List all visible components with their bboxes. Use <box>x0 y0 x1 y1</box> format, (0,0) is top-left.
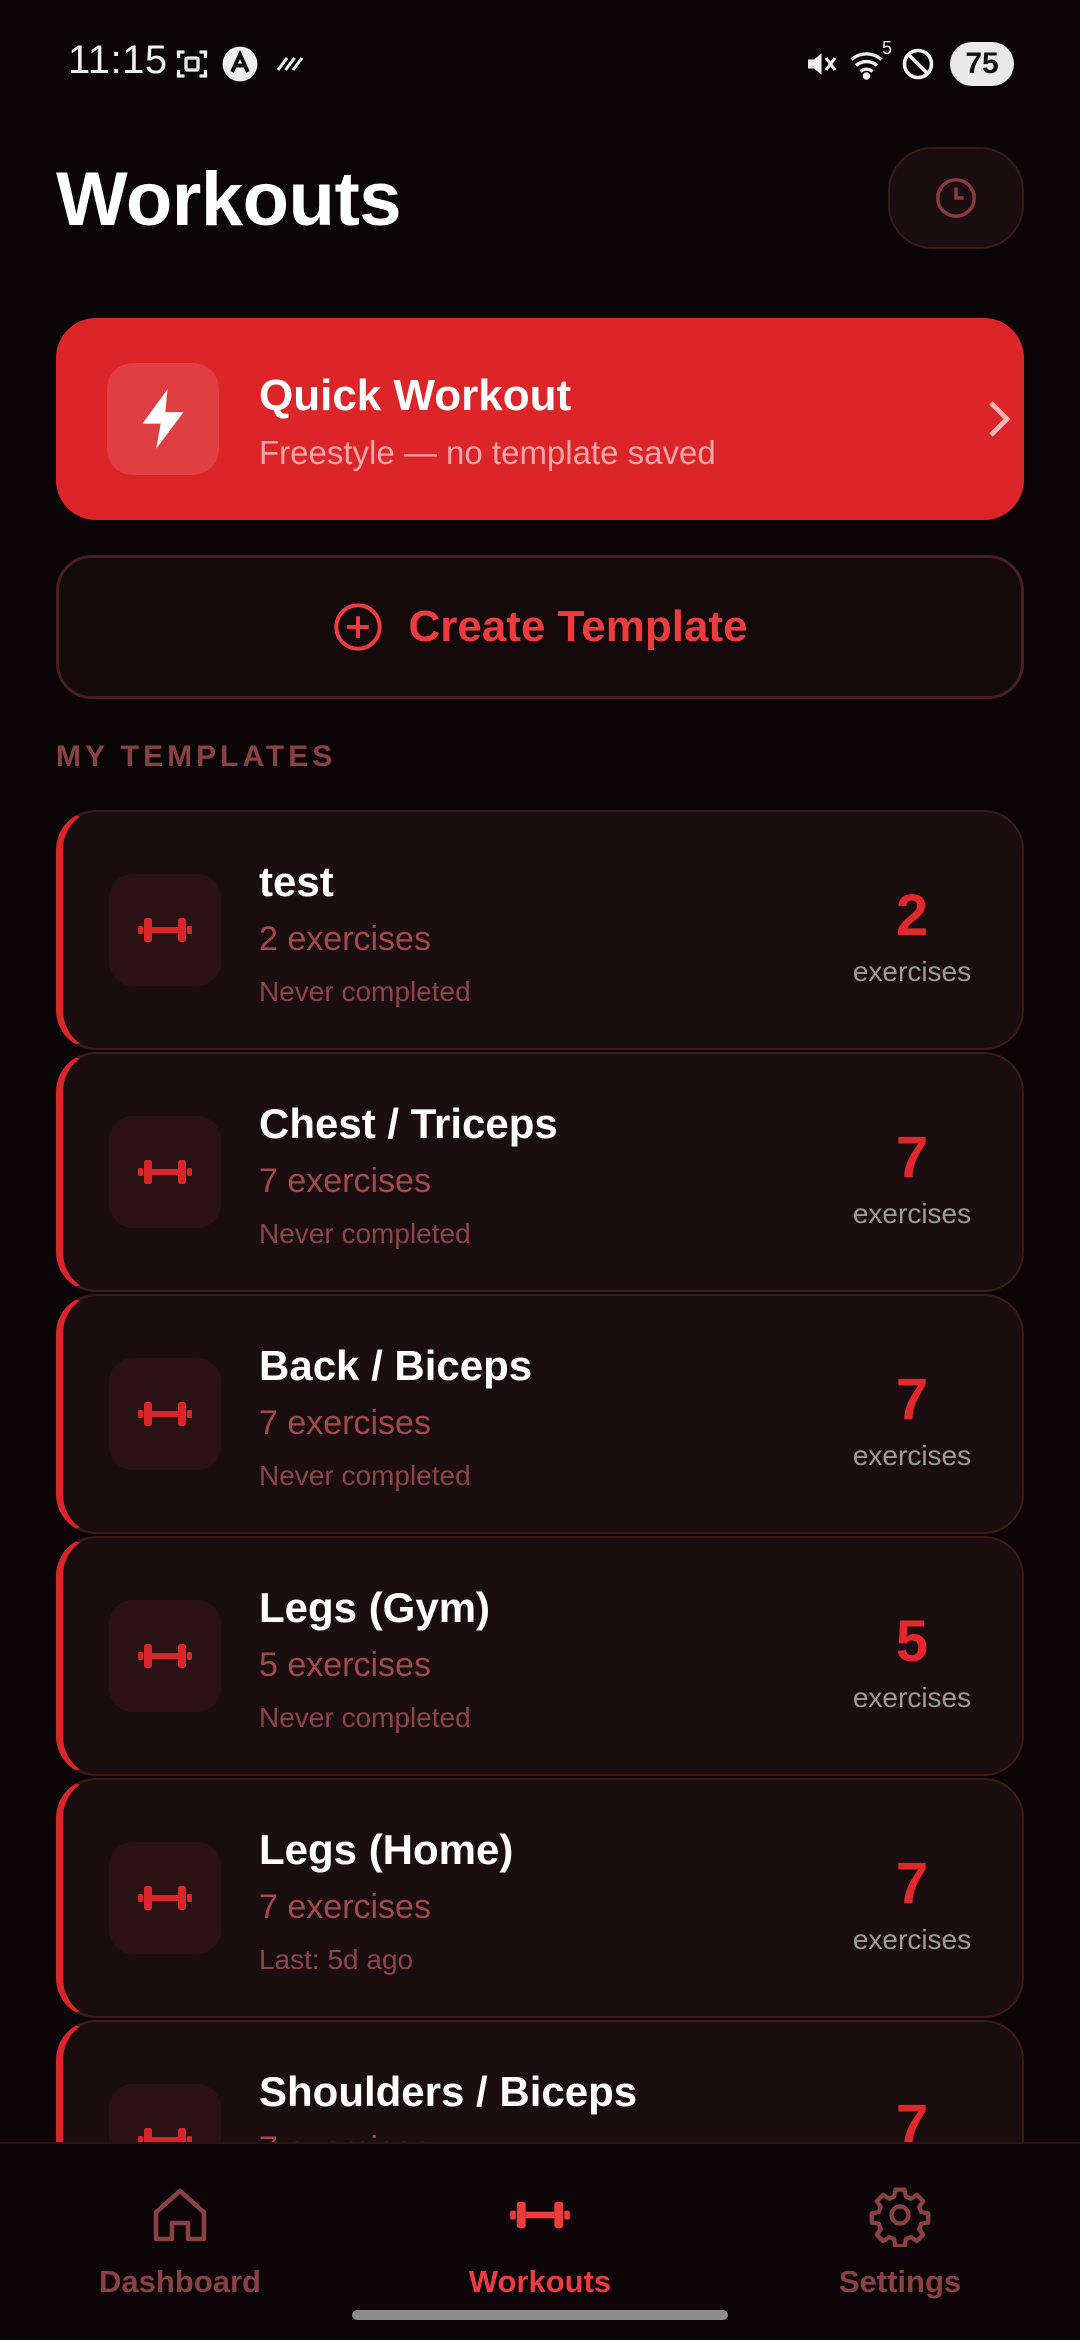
template-card[interactable]: Shoulders / Biceps 7 exercises 7 <box>56 2020 1024 2142</box>
nav-settings[interactable]: Settings <box>790 2180 1010 2310</box>
template-name: Legs (Home) <box>259 1826 514 1873</box>
template-name: test <box>259 858 334 905</box>
create-template-label: Create Template <box>408 602 748 651</box>
clock-icon <box>936 178 976 218</box>
template-status: Last: 5d ago <box>259 1944 414 1975</box>
nav-dashboard[interactable]: Dashboard <box>70 2180 290 2310</box>
template-name: Shoulders / Biceps <box>259 2068 638 2115</box>
template-status: Never completed <box>259 976 471 1007</box>
template-name: Back / Biceps <box>259 1342 533 1389</box>
template-exercise-count: 7 exercises <box>259 1404 431 1442</box>
workouts-screen: 11:15 5 75 Workouts Quick Workout Freest… <box>0 0 1080 2340</box>
template-count-badge: 5 <box>895 1609 929 1674</box>
template-count-unit: exercises <box>852 1198 972 1229</box>
template-count-badge: 7 <box>895 1367 929 1432</box>
template-card[interactable]: test 2 exercises Never completed 2 exerc… <box>56 810 1024 1050</box>
quick-workout-subtitle: Freestyle — no template saved <box>259 434 716 471</box>
quick-workout-card[interactable]: Quick Workout Freestyle — no template sa… <box>56 318 1024 520</box>
template-list: test 2 exercises Never completed 2 exerc… <box>56 810 1024 2142</box>
nav-dashboard-label: Dashboard <box>99 2264 261 2299</box>
chevron-right-icon <box>976 396 1022 442</box>
history-button[interactable] <box>888 147 1024 249</box>
template-exercise-count: 7 exercises <box>259 1888 431 1926</box>
plus-circle-icon <box>334 603 383 651</box>
page-title: Workouts <box>56 157 402 242</box>
template-status: Never completed <box>259 1218 471 1249</box>
template-card[interactable]: Legs (Gym) 5 exercises Never completed 5… <box>56 1536 1024 1776</box>
template-status: Never completed <box>259 1702 471 1733</box>
dumbbell-icon <box>109 1842 221 1954</box>
template-exercise-count: 7 exercises <box>259 1162 431 1200</box>
dumbbell-icon <box>109 2084 221 2142</box>
template-count-badge: 2 <box>895 883 929 948</box>
dumbbell-icon <box>109 874 221 986</box>
do-not-disturb-icon <box>898 44 938 84</box>
status-time: 11:15 <box>68 38 168 82</box>
template-count-unit: exercises <box>852 1440 972 1471</box>
mute-icon <box>800 44 840 84</box>
nav-settings-label: Settings <box>838 2264 962 2299</box>
nav-workouts[interactable]: Workouts <box>430 2180 650 2310</box>
section-label: MY TEMPLATES <box>56 740 337 773</box>
template-exercise-count: 2 exercises <box>259 920 431 958</box>
screenshot-icon <box>172 44 212 84</box>
status-bar: 11:15 5 75 <box>0 0 1080 120</box>
app-logo-icon <box>220 44 260 84</box>
home-icon <box>145 2180 215 2250</box>
dumbbell-icon <box>109 1116 221 1228</box>
template-count-badge: 7 <box>895 1125 929 1190</box>
template-status: Never completed <box>259 1460 471 1491</box>
dumbbell-icon <box>109 1358 221 1470</box>
template-count-unit: exercises <box>852 956 972 987</box>
template-name: Chest / Triceps <box>259 1100 558 1147</box>
template-count-badge: 7 <box>895 1851 929 1916</box>
battery-indicator: 75 <box>950 42 1014 86</box>
template-count-badge: 7 <box>895 2093 929 2142</box>
wifi-label: 5 <box>882 38 893 58</box>
create-template-button[interactable]: Create Template <box>56 555 1024 699</box>
template-count-unit: exercises <box>852 1924 972 1955</box>
template-count-unit: exercises <box>852 1682 972 1713</box>
wifi-icon: 5 <box>848 38 892 84</box>
quick-workout-title: Quick Workout <box>259 371 572 420</box>
template-card[interactable]: Back / Biceps 7 exercises Never complete… <box>56 1294 1024 1534</box>
dumbbell-icon <box>109 1600 221 1712</box>
nav-workouts-label: Workouts <box>468 2264 612 2299</box>
template-card[interactable]: Chest / Triceps 7 exercises Never comple… <box>56 1052 1024 1292</box>
lightning-icon <box>107 363 219 475</box>
home-indicator[interactable] <box>352 2310 728 2320</box>
data-saver-icon <box>270 44 310 84</box>
template-exercise-count: 5 exercises <box>259 1646 431 1684</box>
template-exercise-count: 7 exercises <box>259 2130 431 2142</box>
dumbbell-icon <box>505 2180 575 2250</box>
template-name: Legs (Gym) <box>259 1584 491 1631</box>
template-card[interactable]: Legs (Home) 7 exercises Last: 5d ago 7 e… <box>56 1778 1024 2018</box>
gear-icon <box>865 2180 935 2250</box>
